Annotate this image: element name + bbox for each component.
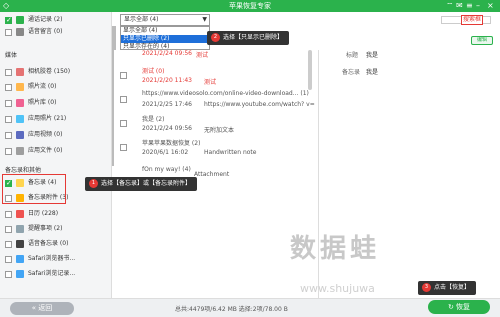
sidebar-item-photo-stream[interactable]: 照片流 (0) bbox=[0, 82, 112, 92]
sidebar-item-app-photos[interactable]: 应用照片 (21) bbox=[0, 114, 112, 124]
recover-button[interactable]: ↻ 恢复 bbox=[428, 300, 490, 314]
sidebar-item-voice-memos[interactable]: 语音备忘录 (0) bbox=[0, 239, 112, 249]
checkbox[interactable] bbox=[5, 226, 12, 233]
selection-stats: 总共:4479项/6.42 MB 选择:2项/78.00 B bbox=[175, 306, 288, 313]
section-memo-header: 备忘录和其他 bbox=[5, 167, 42, 174]
chevron-down-icon: ▼ bbox=[202, 16, 207, 23]
sidebar-item-call-log[interactable]: 通话记录 (2) bbox=[0, 15, 112, 25]
checkbox[interactable] bbox=[5, 148, 12, 155]
checkbox[interactable] bbox=[5, 271, 12, 278]
safari-icon bbox=[16, 255, 24, 263]
wifi-icon[interactable]: ⌔ bbox=[446, 1, 454, 11]
sidebar-item-safari-bookmarks[interactable]: Safari浏览器书... bbox=[0, 254, 112, 264]
watermark-text: 数据蛙 bbox=[290, 234, 381, 264]
sidebar-item-reminders[interactable]: 提醒事项 (2) bbox=[0, 224, 112, 234]
minimize-icon[interactable]: – bbox=[476, 1, 480, 11]
notes-list: 2021/2/24 09:56 测试 测试 (0) 2021/2/20 11:4… bbox=[114, 50, 319, 298]
voicemail-icon bbox=[16, 28, 24, 36]
sidebar-item-calendar[interactable]: 日历 (228) bbox=[0, 209, 112, 219]
safari-icon bbox=[16, 270, 24, 278]
notes-highlight-box bbox=[2, 174, 66, 204]
checkbox[interactable] bbox=[120, 72, 127, 79]
camera-roll-icon bbox=[16, 68, 24, 76]
photo-library-icon bbox=[16, 99, 24, 107]
checkbox[interactable] bbox=[5, 29, 12, 36]
app-files-icon bbox=[16, 147, 24, 155]
detail-note-label: 备忘录 bbox=[342, 69, 361, 76]
title-bar: ◇ 苹果恢复专家 ⌔ ✉ ≡ – × bbox=[0, 0, 500, 12]
checkbox[interactable] bbox=[5, 132, 12, 139]
detail-note-value: 我是 bbox=[366, 69, 379, 76]
photo-stream-icon bbox=[16, 83, 24, 91]
list-item[interactable]: 苹果苹果数据恢复 (2) 2020/6/1 16:02 Handwritten … bbox=[114, 134, 314, 162]
callout-step-2: 2 选择【只显示已删除】 bbox=[207, 31, 290, 45]
calendar-icon bbox=[16, 210, 24, 218]
checkbox[interactable] bbox=[5, 69, 12, 76]
footer-bar: « 返回 总共:4479项/6.42 MB 选择:2项/78.00 B bbox=[0, 298, 500, 317]
sidebar-item-app-videos[interactable]: 应用视频 (0) bbox=[0, 130, 112, 140]
checkbox[interactable] bbox=[5, 211, 12, 218]
sidebar-item-photo-library[interactable]: 照片库 (0) bbox=[0, 98, 112, 108]
feedback-icon[interactable]: ✉ bbox=[456, 1, 463, 11]
category-sidebar: 通话记录 (2) 语音留言 (0) 媒体 相机胶卷 (150) 照片流 (0) … bbox=[0, 12, 112, 298]
phone-icon bbox=[16, 16, 24, 24]
detail-title-label: 标题 bbox=[346, 52, 359, 59]
checkbox[interactable] bbox=[5, 116, 12, 123]
reminders-icon bbox=[16, 225, 24, 233]
checkbox[interactable] bbox=[5, 241, 12, 248]
checkbox[interactable] bbox=[120, 120, 127, 127]
sidebar-item-camera-roll[interactable]: 相机胶卷 (150) bbox=[0, 67, 112, 77]
window-title: 苹果恢复专家 bbox=[229, 2, 271, 10]
checkbox[interactable] bbox=[120, 96, 127, 103]
callout-step-1: 1 选择【备忘录】或【备忘录附件】 bbox=[85, 177, 198, 191]
checkbox[interactable] bbox=[5, 100, 12, 107]
sidebar-item-app-files[interactable]: 应用文件 (0) bbox=[0, 146, 112, 156]
filter-option-deleted[interactable]: 只显示已删除 (2) bbox=[121, 35, 209, 43]
edit-button[interactable]: 编辑 bbox=[471, 36, 493, 45]
section-media-header: 媒体 bbox=[5, 52, 18, 59]
detail-title-value: 我是 bbox=[366, 52, 379, 59]
sidebar-item-safari-history[interactable]: Safari浏览记录... bbox=[0, 269, 112, 279]
filter-select[interactable]: 显示全部 (4) ▼ bbox=[120, 14, 210, 26]
list-scrollbar[interactable] bbox=[308, 50, 312, 90]
voice-memos-icon bbox=[16, 240, 24, 248]
watermark-url: www.shujuwa bbox=[300, 282, 375, 295]
close-icon[interactable]: × bbox=[487, 1, 494, 11]
search-label: 搜索框 bbox=[461, 15, 484, 25]
checkbox[interactable] bbox=[120, 144, 127, 151]
app-videos-icon bbox=[16, 131, 24, 139]
back-button[interactable]: « 返回 bbox=[10, 302, 74, 315]
sidebar-item-voicemail[interactable]: 语音留言 (0) bbox=[0, 27, 112, 37]
recover-icon: ↻ bbox=[447, 303, 457, 311]
callout-step-3: 3 点击【恢复】 bbox=[418, 281, 477, 295]
checkbox[interactable] bbox=[5, 84, 12, 91]
checkbox[interactable] bbox=[5, 256, 12, 263]
filter-option-all[interactable]: 显示全部 (4) bbox=[121, 27, 209, 35]
menu-icon[interactable]: ≡ bbox=[466, 1, 473, 11]
checkbox[interactable] bbox=[5, 15, 12, 25]
app-photos-icon bbox=[16, 115, 24, 123]
